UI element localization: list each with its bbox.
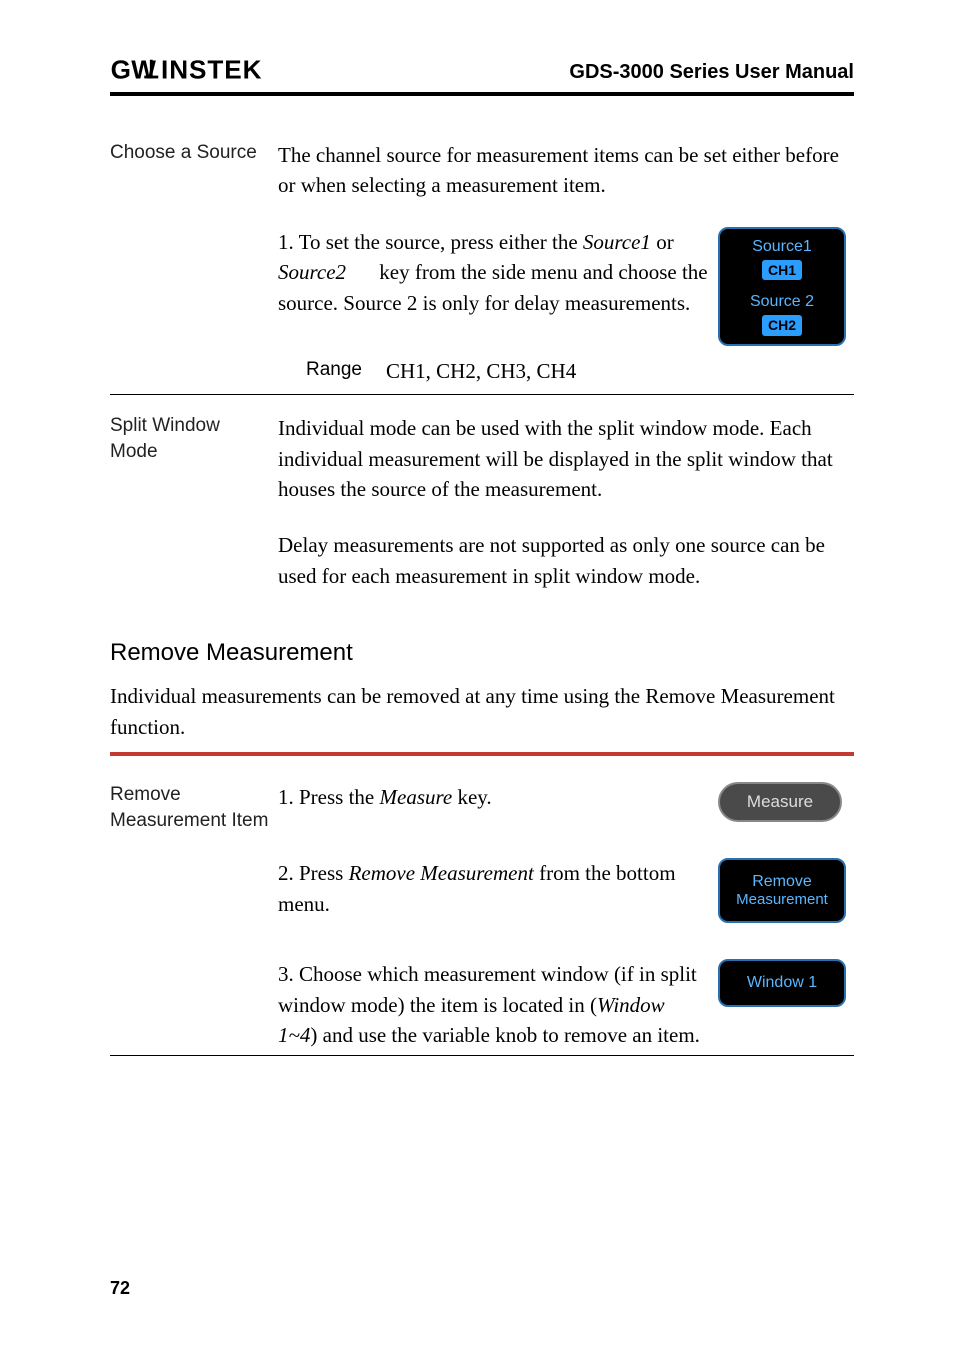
choose-source-label: Choose a Source [110, 140, 278, 166]
section-rule [110, 394, 854, 395]
source1-label: Source1 [724, 235, 840, 258]
svg-text:G: G [111, 56, 132, 84]
split-window-p2: Delay measurements are not supported as … [278, 530, 854, 591]
source-softkey: Source1 CH1 Source 2 CH2 [718, 227, 846, 346]
remove-measurement-heading: Remove Measurement [110, 639, 854, 667]
source1-channel-tag: CH1 [762, 260, 802, 280]
header-title: GDS-3000 Series User Manual [569, 61, 854, 84]
red-rule [110, 752, 854, 756]
window1-softkey: Window 1 [718, 959, 846, 1006]
page-number: 72 [110, 1278, 130, 1299]
remove-step2: 2. Press Remove Measurement from the bot… [278, 858, 718, 919]
remove-measurement-intro: Individual measurements can be removed a… [110, 681, 854, 742]
section-rule-bottom [110, 1055, 854, 1056]
remove-step1: 1. Press the Measure key. [278, 782, 718, 812]
range-value: CH1, CH2, CH3, CH4 [386, 356, 576, 386]
header-rule [110, 92, 854, 96]
choose-source-step1: 1. To set the source, press either the S… [278, 227, 718, 318]
source2-channel-tag: CH2 [762, 315, 802, 335]
remove-measurement-softkey: Remove Measurement [718, 858, 846, 923]
svg-text:INSTEK: INSTEK [161, 56, 262, 84]
remove-measurement-item-label: Remove Measurement Item [110, 782, 278, 833]
brand-logo: G W INSTEK [110, 56, 298, 84]
measure-key: Measure [718, 782, 842, 822]
split-window-p1: Individual mode can be used with the spl… [278, 413, 854, 504]
split-window-label: Split Window Mode [110, 413, 278, 464]
range-label: Range [278, 356, 386, 386]
choose-source-intro: The channel source for measurement items… [278, 140, 854, 201]
remove-step3: 3. Choose which measurement window (if i… [278, 959, 718, 1050]
source2-label: Source 2 [724, 290, 840, 313]
